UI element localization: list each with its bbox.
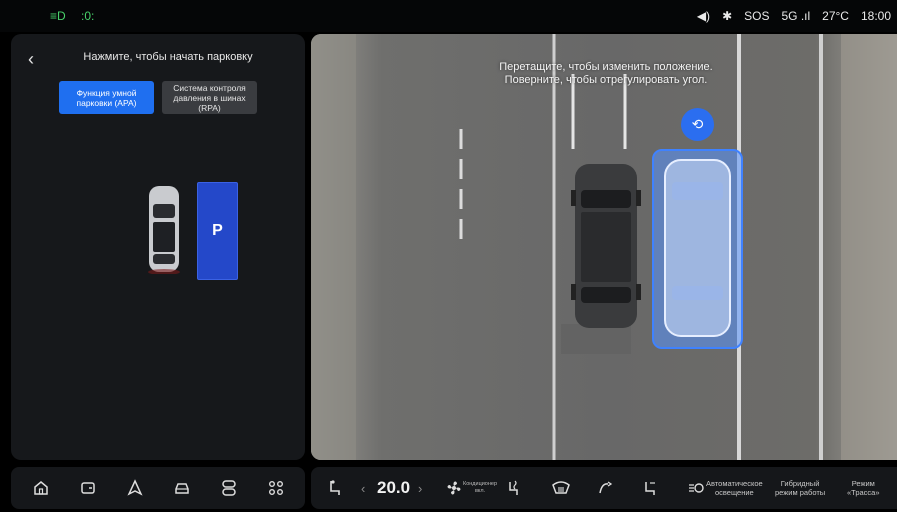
auto-light-line2: освещение [714, 488, 754, 497]
outside-temperature: 27°C [822, 9, 849, 23]
temp-decrease-button[interactable]: ‹ [361, 467, 365, 509]
hybrid-line2: режим работы [775, 488, 826, 497]
auto-light-line1: Автоматическое [706, 479, 763, 488]
parked-car-image [571, 164, 641, 328]
car-front-icon[interactable] [170, 476, 194, 500]
cabin-temperature: 20.0 [377, 478, 411, 497]
seat-icon[interactable] [327, 467, 343, 509]
rpa-mode-button[interactable]: Система контроля давления в шинах (RPA) [162, 81, 257, 114]
apps-grid-icon[interactable] [264, 476, 288, 500]
ac-label-line2: вкл. [474, 488, 486, 494]
sos-label[interactable]: SOS [744, 9, 769, 23]
highway-line2: «Трасса» [847, 488, 880, 497]
rotate-icon[interactable]: ⟲ [681, 108, 714, 141]
parking-panel: ‹ Нажмите, чтобы начать парковку Функция… [11, 34, 305, 460]
camera-hint-line1: Перетащите, чтобы изменить положение. [499, 61, 713, 73]
car-door-icon[interactable] [76, 476, 100, 500]
ac-status[interactable]: Кондиционер вкл. [463, 467, 497, 509]
network-indicator: 5G .ıl [781, 9, 811, 23]
back-icon[interactable]: ‹ [28, 49, 48, 69]
headlight-indicator-icon: ≡D [50, 9, 66, 23]
parking-light-indicator-icon: :0: [81, 9, 95, 23]
auto-light-label[interactable]: Автоматическое освещение [706, 467, 763, 509]
parking-slot[interactable]: P [197, 182, 238, 280]
camera-hint: Перетащите, чтобы изменить положение. По… [461, 61, 751, 87]
bottom-nav [11, 467, 305, 509]
highway-line1: Режим [851, 479, 875, 488]
target-car-outline[interactable] [661, 158, 734, 338]
clock: 18:00 [860, 9, 891, 23]
windshield-defrost-icon[interactable] [551, 467, 571, 509]
seat-heat-icon[interactable] [505, 467, 523, 509]
surround-camera-view[interactable]: Перетащите, чтобы изменить положение. По… [311, 34, 897, 460]
navigation-icon[interactable] [123, 476, 147, 500]
bluetooth-icon[interactable]: ✱ [722, 9, 732, 23]
home-icon[interactable] [29, 476, 53, 500]
apa-mode-button[interactable]: Функция умной парковки (APA) [59, 81, 154, 114]
ac-label-line1: Кондиционер [463, 481, 498, 487]
temp-increase-button[interactable]: › [418, 467, 422, 509]
speaker-icon[interactable]: ◀) [697, 9, 710, 23]
climate-bar: ‹ 20.0 › Кондиционер вкл. Автоматическое… [311, 467, 897, 509]
hybrid-line1: Гибридный [780, 479, 820, 488]
ego-car-icon [148, 186, 180, 274]
fan-icon[interactable] [444, 467, 464, 509]
hybrid-mode-button[interactable]: Гибридный режим работы [775, 467, 825, 509]
camera-hint-line2: Поверните, чтобы отрегулировать угол. [504, 74, 708, 86]
status-bar: ≡D :0: ◀) ✱ SOS 5G .ıl 27°C 18:00 [0, 0, 897, 32]
toggle-icon[interactable] [217, 476, 241, 500]
auto-light-icon[interactable] [687, 467, 707, 509]
seat-ventilation-icon[interactable] [596, 467, 614, 509]
panel-title: Нажмите, чтобы начать парковку [83, 51, 253, 63]
highway-mode-button[interactable]: Режим «Трасса» [847, 467, 880, 509]
seat-massage-icon[interactable] [641, 467, 659, 509]
